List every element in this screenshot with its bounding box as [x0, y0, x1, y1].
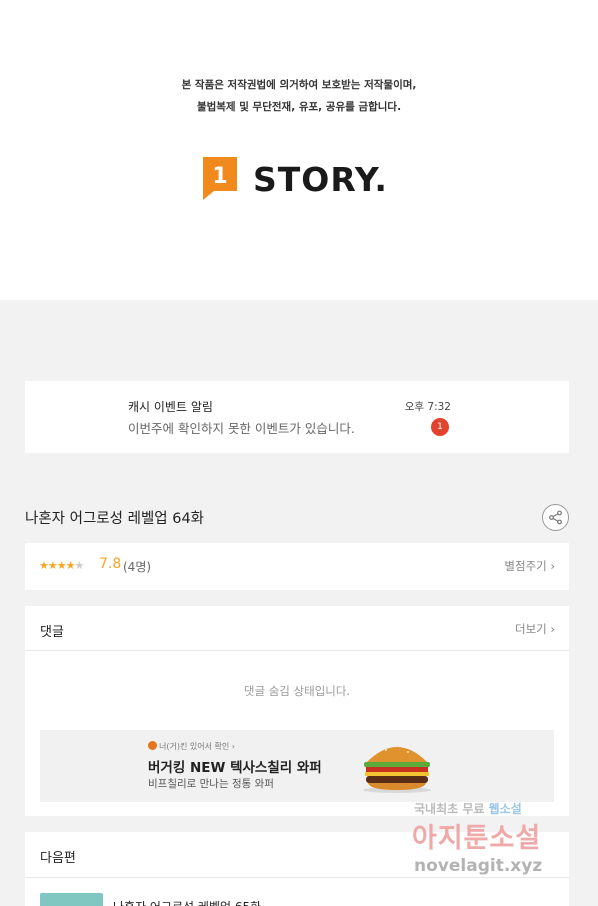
notification-time: 오후 7:32 — [404, 401, 451, 413]
comments-title: 댓글 — [40, 625, 64, 640]
star-icon: ★ — [47, 559, 58, 572]
next-episode-thumbnail[interactable] — [40, 893, 103, 906]
ad-brand-label: 너(거)킨 있어서 확인 › — [159, 742, 235, 751]
rating-count: (4명) — [123, 560, 152, 574]
notification-message: 이번주에 확인하지 못한 이벤트가 있습니다. — [128, 421, 355, 436]
copyright-line-1: 본 작품은 저작권법에 의거하여 보호받는 저작물이며, — [181, 79, 417, 91]
watermark-line-3: novelagit.xyz — [414, 856, 543, 876]
ad-brand: 너(거)킨 있어서 확인 › — [148, 741, 235, 752]
watermark-text-a: 국내최초 무료 — [414, 802, 485, 816]
comments-more-button[interactable]: 더보기 › — [515, 621, 555, 637]
comments-header: 댓글 더보기 › — [25, 606, 569, 651]
share-icon — [549, 510, 562, 525]
comments-section: 댓글 더보기 › 댓글 숨김 상태입니다. 너(거)킨 있어서 확인 › 버거킹… — [25, 606, 569, 816]
copyright-line-2: 불법복제 및 무단전재, 유포, 공유를 금합니다. — [196, 101, 402, 113]
next-episode-title: 다음편 — [40, 851, 76, 866]
star-empty-icon: ★ — [74, 559, 85, 572]
notification-title: 캐시 이벤트 알림 — [128, 400, 213, 414]
star-rating: ★★★★★ — [39, 559, 85, 572]
watermark-line-2: 아지툰소설 — [412, 823, 542, 854]
logo-text: STORY. — [253, 160, 388, 199]
watermark: 국내최초 무료 웹소설 아지툰소설 novelagit.xyz — [410, 800, 590, 890]
burger-king-logo-icon — [148, 741, 157, 750]
copyright-banner: 본 작품은 저작권법에 의거하여 보호받는 저작물이며, 불법복제 및 무단전재… — [0, 0, 598, 300]
notification-badge: 1 — [431, 418, 449, 436]
burger-image — [363, 745, 431, 793]
onestory-logo-icon: 1 — [203, 157, 237, 200]
onestory-logo: 1 STORY. — [200, 154, 410, 204]
next-episode-link[interactable]: 나혼자 어그로성 레벨업 65화 — [113, 898, 261, 906]
star-icon: ★ — [39, 559, 49, 572]
star-icon: ★ — [56, 559, 67, 572]
event-notification[interactable]: 캐시 이벤트 알림 이번주에 확인하지 못한 이벤트가 있습니다. 오후 7:3… — [25, 381, 569, 453]
ad-banner[interactable]: 너(거)킨 있어서 확인 › 버거킹 NEW 텍사스칠리 와퍼 비프칠리로 만나… — [40, 730, 554, 802]
comments-hidden-message: 댓글 숨김 상태입니다. — [243, 684, 351, 698]
ad-description: 비프칠리로 만나는 정통 와퍼 — [148, 778, 274, 790]
rating-bar: ★★★★★ 7.8 (4명) 별점주기 › — [25, 543, 569, 590]
watermark-line-1: 국내최초 무료 웹소설 — [414, 800, 522, 817]
ad-title: 버거킹 NEW 텍사스칠리 와퍼 — [148, 760, 322, 776]
rate-button[interactable]: 별점주기 › — [504, 558, 555, 574]
watermark-text-b: 웹소설 — [488, 802, 522, 816]
share-button[interactable] — [542, 504, 569, 531]
episode-title: 나혼자 어그로성 레벨업 64화 — [25, 511, 205, 527]
copyright-notice: 본 작품은 저작권법에 의거하여 보호받는 저작물이며, 불법복제 및 무단전재… — [0, 74, 598, 118]
star-icon: ★ — [65, 559, 76, 572]
rating-score: 7.8 — [99, 556, 122, 572]
logo-mark-text: 1 — [212, 164, 227, 189]
